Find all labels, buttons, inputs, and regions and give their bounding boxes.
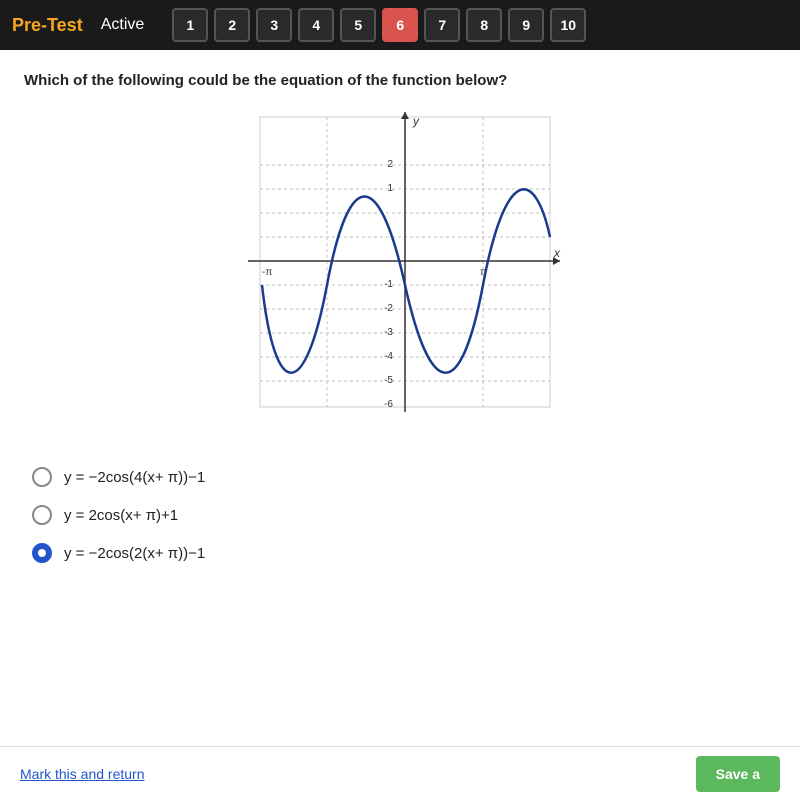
mark-return-link[interactable]: Mark this and return (20, 766, 145, 782)
radio-c-inner (38, 549, 46, 557)
function-graph: y x 2 1 -1 -2 -3 -4 -5 -6 -π π (230, 107, 570, 447)
svg-text:y: y (412, 114, 420, 128)
svg-text:-π: -π (262, 267, 272, 278)
status-badge: Active (101, 16, 145, 34)
question-text: Which of the following could be the equa… (24, 70, 776, 91)
footer: Mark this and return Save a (0, 746, 800, 800)
tab-9[interactable]: 9 (508, 8, 544, 42)
save-button[interactable]: Save a (696, 756, 780, 792)
header: Pre-Test Active 1 2 3 4 5 6 7 8 9 10 (0, 0, 800, 50)
main-content: Which of the following could be the equa… (0, 50, 800, 800)
graph-container: y x 2 1 -1 -2 -3 -4 -5 -6 -π π (230, 107, 570, 447)
svg-text:x: x (553, 246, 561, 260)
choice-c[interactable]: y = −2cos(2(x+ π))−1 (32, 543, 776, 563)
choice-b-label: y = 2cos(x+ π)+1 (64, 507, 178, 524)
answer-choices: y = −2cos(4(x+ π))−1 y = 2cos(x+ π)+1 y … (24, 467, 776, 563)
svg-text:-5: -5 (384, 375, 393, 386)
tab-6[interactable]: 6 (382, 8, 418, 42)
tab-5[interactable]: 5 (340, 8, 376, 42)
tab-1[interactable]: 1 (172, 8, 208, 42)
svg-text:1: 1 (387, 183, 393, 194)
radio-a[interactable] (32, 467, 52, 487)
question-tabs: 1 2 3 4 5 6 7 8 9 10 (172, 8, 586, 42)
tab-3[interactable]: 3 (256, 8, 292, 42)
svg-text:-6: -6 (384, 399, 393, 410)
radio-b[interactable] (32, 505, 52, 525)
choice-b[interactable]: y = 2cos(x+ π)+1 (32, 505, 776, 525)
tab-7[interactable]: 7 (424, 8, 460, 42)
svg-text:-1: -1 (384, 279, 393, 290)
svg-text:-4: -4 (384, 351, 393, 362)
tab-8[interactable]: 8 (466, 8, 502, 42)
tab-4[interactable]: 4 (298, 8, 334, 42)
choice-a[interactable]: y = −2cos(4(x+ π))−1 (32, 467, 776, 487)
choice-c-label: y = −2cos(2(x+ π))−1 (64, 545, 205, 562)
svg-text:-3: -3 (384, 327, 393, 338)
tab-2[interactable]: 2 (214, 8, 250, 42)
tab-10[interactable]: 10 (550, 8, 586, 42)
radio-c[interactable] (32, 543, 52, 563)
svg-text:-2: -2 (384, 303, 393, 314)
svg-text:2: 2 (387, 159, 393, 170)
app-title: Pre-Test (12, 15, 83, 36)
choice-a-label: y = −2cos(4(x+ π))−1 (64, 469, 205, 486)
